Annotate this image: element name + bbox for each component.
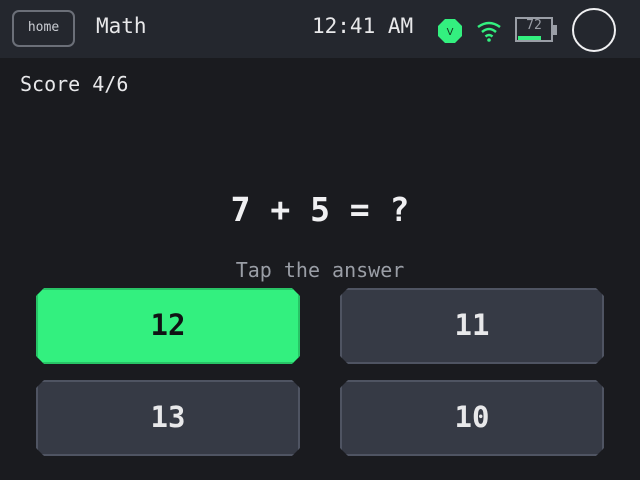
vpn-letter: V bbox=[447, 27, 454, 38]
question-text: 7 + 5 = ? bbox=[230, 190, 410, 229]
wifi-icon bbox=[477, 21, 501, 42]
math-screen: home Math 12:41 AM V 72 Score 4/6 7 + 5 … bbox=[0, 0, 640, 480]
answer-button-4[interactable]: 10 bbox=[340, 380, 604, 456]
score-label: Score 4/6 bbox=[20, 72, 129, 96]
app-title: Math bbox=[96, 14, 147, 38]
home-button[interactable]: home bbox=[12, 10, 75, 47]
clock: 12:41 AM bbox=[312, 14, 414, 38]
power-button[interactable] bbox=[572, 8, 616, 52]
answer-button-3[interactable]: 13 bbox=[36, 380, 300, 456]
battery-tip bbox=[553, 25, 557, 35]
battery-level-bar bbox=[518, 36, 541, 40]
answer-button-1[interactable]: 12 bbox=[36, 288, 300, 364]
vpn-shield-icon: V bbox=[438, 19, 462, 43]
hint-text: Tap the answer bbox=[235, 258, 405, 282]
battery-indicator: 72 bbox=[515, 17, 557, 43]
answer-button-2[interactable]: 11 bbox=[340, 288, 604, 364]
battery-percent: 72 bbox=[526, 18, 542, 33]
status-bar: home Math 12:41 AM V 72 bbox=[0, 0, 640, 58]
